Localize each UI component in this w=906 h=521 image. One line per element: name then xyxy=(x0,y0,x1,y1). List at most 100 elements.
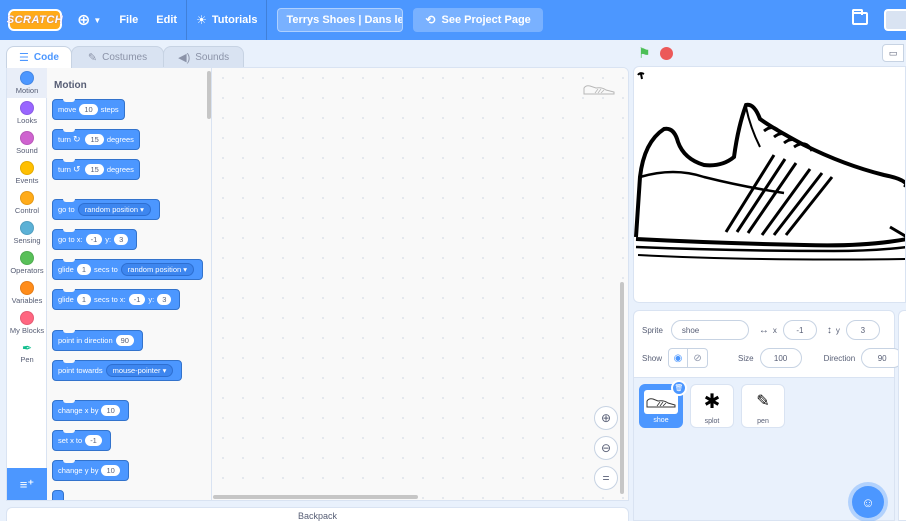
scratch-logo[interactable]: SCRATCH xyxy=(7,9,63,31)
project-title-input[interactable]: Terrys Shoes | Dans les C... xyxy=(277,8,404,32)
block-change-y[interactable]: change y by 10 xyxy=(52,460,129,481)
block-dropdown[interactable]: random position ▾ xyxy=(120,263,195,276)
block-number-input[interactable]: 1 xyxy=(76,264,92,275)
direction-input[interactable]: 90 xyxy=(861,348,904,368)
block-dropdown[interactable]: mouse-pointer ▾ xyxy=(105,364,174,377)
backpack-panel[interactable]: Backpack xyxy=(6,507,629,521)
workspace-vertical-scrollbar[interactable] xyxy=(620,282,624,494)
tutorials-menu[interactable]: ☀ Tutorials xyxy=(187,0,266,40)
tab-code[interactable]: ☰ Code xyxy=(6,46,72,68)
block-change-x[interactable]: change x by 10 xyxy=(52,400,129,421)
language-menu[interactable]: ⊕ ▼ xyxy=(68,0,110,40)
show-sprite-button[interactable]: ◉ xyxy=(668,348,689,368)
lightbulb-icon: ☀ xyxy=(196,13,207,27)
add-extension-button[interactable]: ≡⁺ xyxy=(7,468,47,500)
block-go-to-xy[interactable]: go to x: -1 y: 3 xyxy=(52,229,138,250)
account-avatar[interactable] xyxy=(884,9,906,31)
file-menu[interactable]: File xyxy=(110,0,147,40)
operators-dot-icon xyxy=(20,251,34,265)
looks-dot-icon xyxy=(20,101,34,115)
my-stuff-folder-icon[interactable] xyxy=(852,9,868,25)
hide-sprite-button[interactable]: ⊘ xyxy=(688,348,709,368)
block-number-input[interactable]: 10 xyxy=(101,405,120,416)
workspace-horizontal-scrollbar[interactable] xyxy=(213,495,418,499)
sprite-tile-shoe[interactable]: shoe 🗑 xyxy=(639,380,687,428)
block-number-input[interactable]: -1 xyxy=(85,435,102,446)
size-input[interactable]: 100 xyxy=(759,348,802,368)
category-sound[interactable]: Sound xyxy=(7,128,47,158)
block-number-input[interactable]: 3 xyxy=(157,294,172,305)
category-events[interactable]: Events xyxy=(7,158,47,188)
category-sensing[interactable]: Sensing xyxy=(7,218,47,248)
tab-costumes[interactable]: ✎ Costumes xyxy=(70,46,165,68)
sprite-tile-splot[interactable]: ✱ splot xyxy=(690,384,734,428)
delete-sprite-button[interactable]: 🗑 xyxy=(671,380,687,396)
category-variables[interactable]: Variables xyxy=(7,278,47,308)
zoom-reset-button[interactable]: = xyxy=(594,466,618,490)
edit-menu[interactable]: Edit xyxy=(147,0,186,40)
block-dropdown[interactable]: random position ▾ xyxy=(77,203,151,216)
block-number-input[interactable]: 1 xyxy=(76,294,92,305)
editor-tabs: ☰ Code ✎ Costumes ◀) Sounds xyxy=(6,46,245,68)
category-motion[interactable]: Motion xyxy=(7,68,47,98)
category-looks[interactable]: Looks xyxy=(7,98,47,128)
stop-icon[interactable] xyxy=(660,47,673,60)
green-flag-icon[interactable]: ⚑ xyxy=(638,46,652,60)
block-glide-to[interactable]: glide 1 secs to random position ▾ xyxy=(52,259,204,280)
category-control[interactable]: Control xyxy=(7,188,47,218)
tab-sounds[interactable]: ◀) Sounds xyxy=(163,46,245,68)
pen-thumbnail-icon: ✎ xyxy=(746,389,780,413)
stage-selector-panel[interactable] xyxy=(898,310,906,521)
x-position-input[interactable]: -1 xyxy=(782,320,817,340)
block-number-input[interactable]: 10 xyxy=(101,465,120,476)
block-text: turn xyxy=(58,165,71,174)
sprite-tile-label: splot xyxy=(704,418,720,425)
pen-extension-icon: ✒ xyxy=(21,341,33,355)
y-arrows-icon: ↕ xyxy=(826,324,832,336)
block-turn-right[interactable]: turn ↻ 15 degrees xyxy=(52,129,140,150)
block-number-input[interactable]: 10 xyxy=(79,104,98,115)
brush-icon: ✎ xyxy=(87,52,98,64)
block-number-input[interactable]: 90 xyxy=(115,335,134,346)
trash-icon: 🗑 xyxy=(674,385,684,392)
palette-scrollbar[interactable] xyxy=(207,71,211,119)
direction-label: Direction xyxy=(823,353,856,363)
script-workspace[interactable]: ⊕ ⊖ = xyxy=(213,68,628,500)
block-number-input[interactable]: 3 xyxy=(114,234,129,245)
size-label: Size xyxy=(738,353,754,363)
block-glide-xy[interactable]: glide 1 secs to x: -1 y: 3 xyxy=(52,289,181,310)
block-number-input[interactable]: -1 xyxy=(85,234,103,245)
block-number-input[interactable]: 15 xyxy=(85,164,104,175)
block-text: degrees xyxy=(106,135,134,144)
block-point-towards[interactable]: point towards mouse-pointer ▾ xyxy=(52,360,183,381)
category-pen[interactable]: ✒ Pen xyxy=(7,338,47,368)
block-text: y: xyxy=(105,235,112,244)
see-project-page-button[interactable]: ⟲ See Project Page xyxy=(413,8,543,32)
block-text: go to xyxy=(58,205,75,214)
sprite-name-input[interactable]: shoe xyxy=(670,320,749,340)
block-point-direction[interactable]: point in direction 90 xyxy=(52,330,143,351)
block-turn-left[interactable]: turn ↺ 15 degrees xyxy=(52,159,140,180)
block-move-steps[interactable]: move 10 steps xyxy=(52,99,125,120)
block-set-x[interactable]: set x to -1 xyxy=(52,430,111,451)
block-text: y: xyxy=(148,295,155,304)
stage-layout-button[interactable]: ▭ xyxy=(882,44,904,62)
choose-sprite-button[interactable]: ☺ xyxy=(852,486,884,518)
sprite-tile-pen[interactable]: ✎ pen xyxy=(741,384,785,428)
y-position-input[interactable]: 3 xyxy=(845,320,880,340)
block-go-to[interactable]: go to random position ▾ xyxy=(52,199,160,220)
sensing-dot-icon xyxy=(20,221,34,235)
block-text: glide xyxy=(58,295,74,304)
block-text: degrees xyxy=(106,165,134,174)
block-number-input[interactable]: -1 xyxy=(128,294,146,305)
category-my-blocks[interactable]: My Blocks xyxy=(7,308,47,338)
shoe-drawing xyxy=(634,72,905,261)
block-partial[interactable] xyxy=(52,490,75,500)
stage[interactable] xyxy=(633,66,906,303)
block-text: point towards xyxy=(58,366,103,375)
category-operators[interactable]: Operators xyxy=(7,248,47,278)
zoom-out-icon: ⊖ xyxy=(600,441,612,455)
zoom-in-button[interactable]: ⊕ xyxy=(594,406,618,430)
block-number-input[interactable]: 15 xyxy=(85,134,104,145)
zoom-out-button[interactable]: ⊖ xyxy=(594,436,618,460)
